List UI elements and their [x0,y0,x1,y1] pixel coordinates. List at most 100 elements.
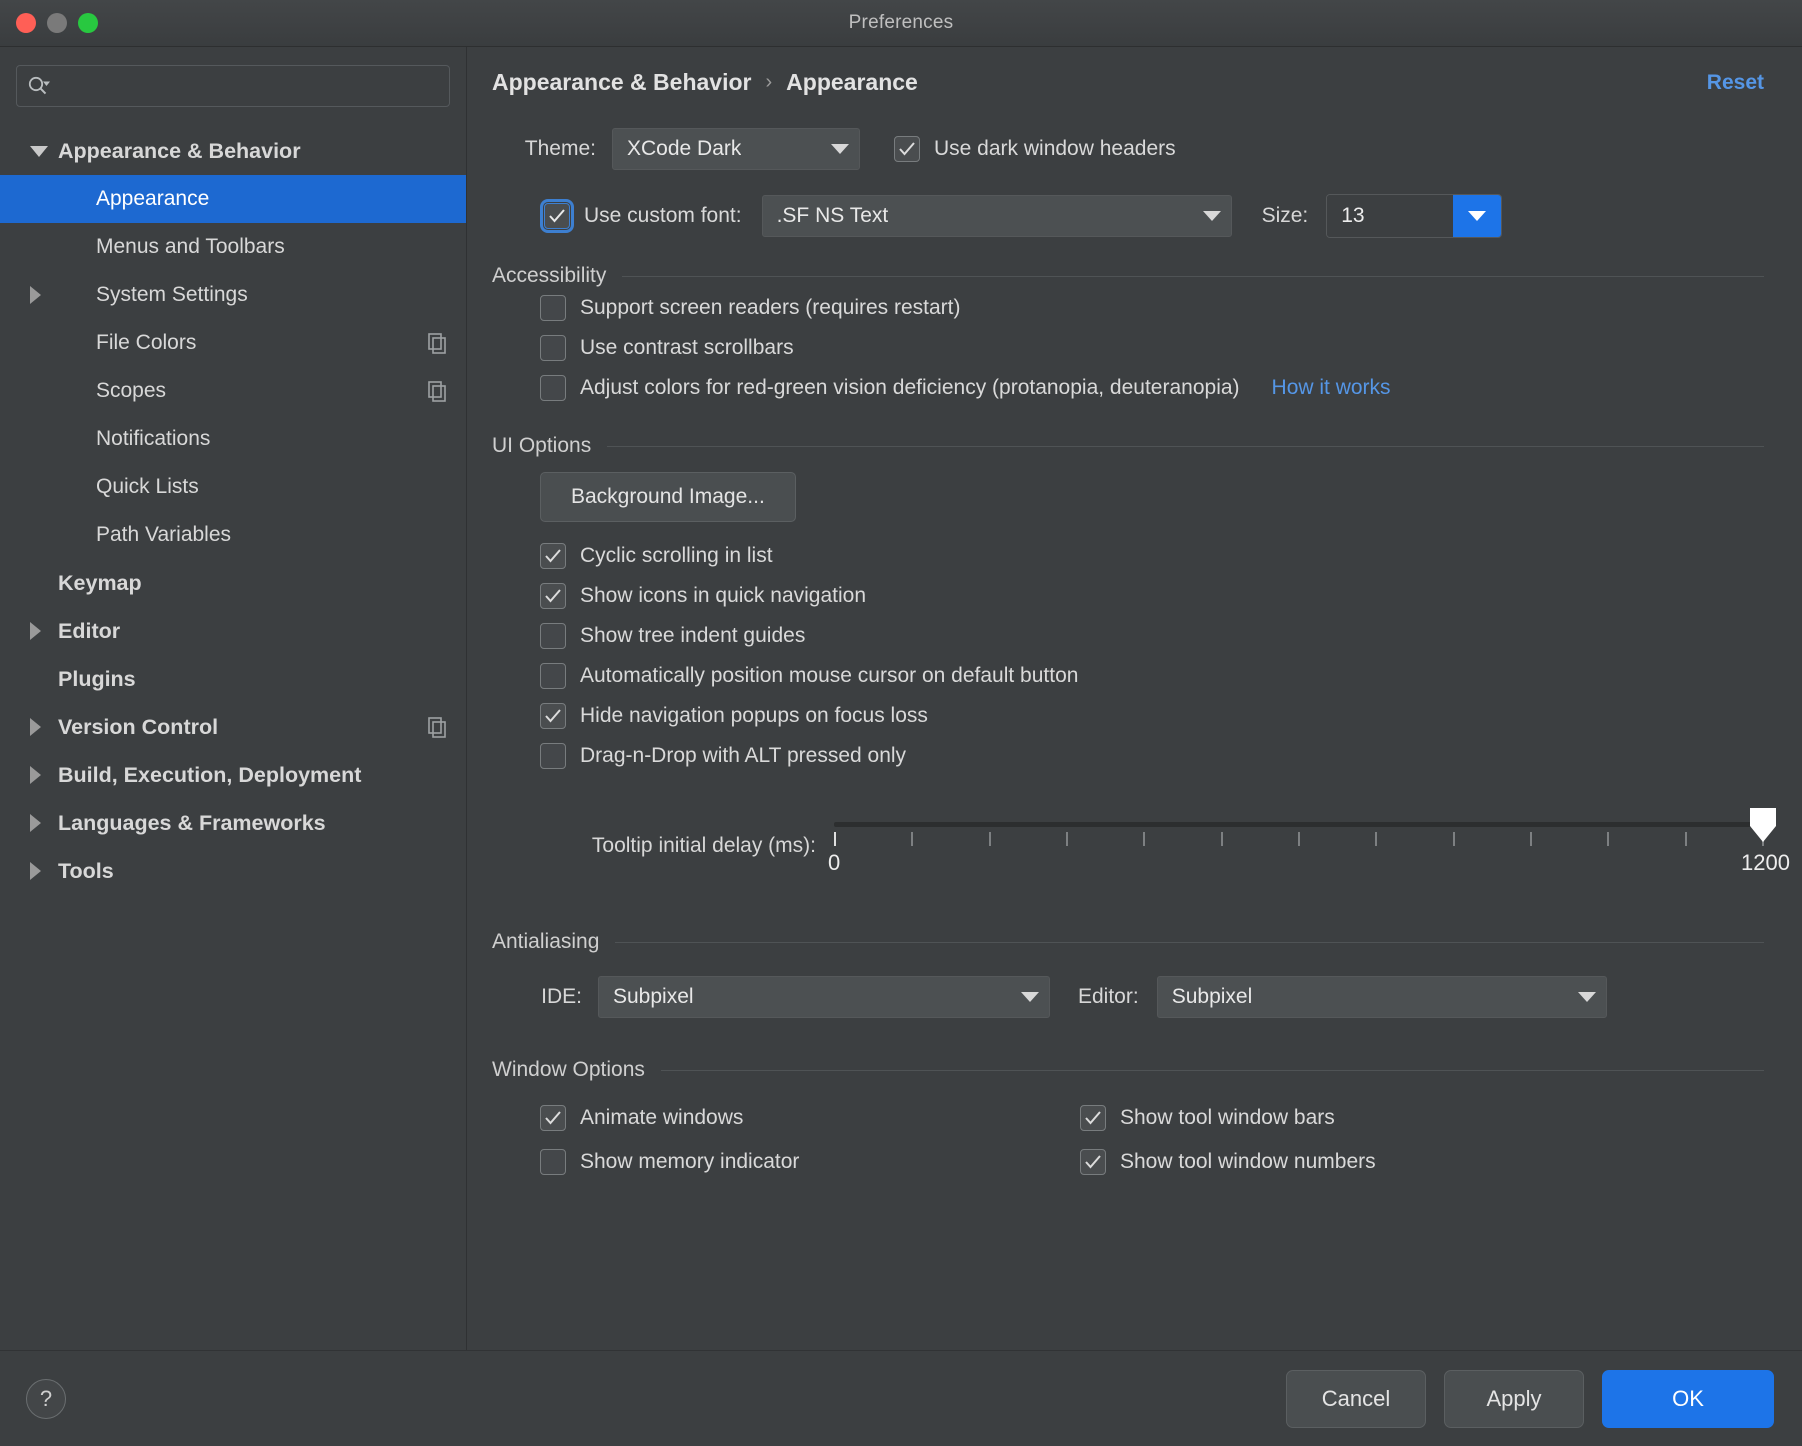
accessibility-row-support-screen-readers-requires-restart[interactable]: Support screen readers (requires restart… [540,288,1764,328]
ui-option-checkbox-show-tree-indent-guides[interactable] [540,623,566,649]
sidebar-item-languages-frameworks[interactable]: Languages & Frameworks [0,799,466,847]
breadcrumb: Appearance & Behavior › Appearance [492,69,918,96]
font-size-spinner[interactable]: 13 [1326,194,1503,238]
section-divider [615,941,1764,943]
theme-combobox[interactable]: XCode Dark [612,128,860,170]
breadcrumb-parent[interactable]: Appearance & Behavior [492,69,751,96]
window-option-checkbox-show-tool-window-numbers[interactable] [1080,1149,1106,1175]
ui-option-checkbox-show-icons-in-quick-navigation[interactable] [540,583,566,609]
copy-settings-icon[interactable] [426,332,448,354]
antialiasing-editor-combobox[interactable]: Subpixel [1156,976,1607,1018]
chevron-right-icon[interactable] [18,766,58,784]
copy-settings-icon[interactable] [426,716,448,738]
sidebar-item-path-variables[interactable]: Path Variables [0,511,466,559]
slider-tick [1297,832,1300,846]
apply-button[interactable]: Apply [1444,1369,1584,1428]
sidebar-item-keymap[interactable]: Keymap [0,559,466,607]
how-it-works-link[interactable]: How it works [1272,376,1391,400]
window-option-row-show-memory-indicator[interactable]: Show memory indicator [540,1142,1080,1182]
window-option-checkbox-show-tool-window-bars[interactable] [1080,1105,1106,1131]
custom-font-combobox[interactable]: .SF NS Text [761,195,1232,237]
accessibility-checkbox-use-contrast-scrollbars[interactable] [540,335,566,361]
sidebar-item-editor[interactable]: Editor [0,607,466,655]
ui-option-row-automatically-position-mouse-cursor-on-default-button[interactable]: Automatically position mouse cursor on d… [540,656,1764,696]
settings-main-panel: Appearance & Behavior › Appearance Reset… [467,47,1802,1350]
slider-tick [911,832,914,846]
ok-button[interactable]: OK [1602,1369,1774,1428]
chevron-down-icon[interactable] [18,145,58,157]
zoom-window-icon[interactable] [78,13,98,33]
sidebar-item-menus-and-toolbars[interactable]: Menus and Toolbars [0,223,466,271]
chevron-right-icon[interactable] [18,286,58,304]
search-input[interactable] [51,77,439,95]
sidebar-item-plugins[interactable]: Plugins [0,655,466,703]
search-box[interactable] [16,65,450,107]
sidebar-item-file-colors[interactable]: File Colors [0,319,466,367]
sidebar-item-scopes[interactable]: Scopes [0,367,466,415]
ui-option-row-drag-n-drop-with-alt-pressed-only[interactable]: Drag-n-Drop with ALT pressed only [540,736,1764,776]
sidebar-item-appearance-behavior[interactable]: Appearance & Behavior [0,127,466,175]
ui-option-checkbox-automatically-position-mouse-cursor-on-default-button[interactable] [540,663,566,689]
dark-headers-checkbox[interactable] [894,136,920,162]
accessibility-label-use-contrast-scrollbars: Use contrast scrollbars [580,336,794,359]
ui-option-row-cyclic-scrolling-in-list[interactable]: Cyclic scrolling in list [540,536,1764,576]
sidebar-item-label: Path Variables [96,523,232,546]
ui-option-checkbox-hide-navigation-popups-on-focus-loss[interactable] [540,703,566,729]
sidebar-item-label: Plugins [58,666,136,691]
chevron-right-icon[interactable] [18,718,58,736]
font-size-value[interactable]: 13 [1327,195,1454,237]
sidebar-item-quick-lists[interactable]: Quick Lists [0,463,466,511]
close-window-icon[interactable] [16,13,36,33]
slider-track[interactable] [834,822,1764,827]
ui-option-checkbox-drag-n-drop-with-alt-pressed-only[interactable] [540,743,566,769]
reset-link[interactable]: Reset [1707,71,1764,95]
slider-thumb[interactable] [1748,806,1778,844]
sidebar-item-build-execution-deployment[interactable]: Build, Execution, Deployment [0,751,466,799]
window-option-row-show-tool-window-bars[interactable]: Show tool window bars [1080,1098,1764,1138]
sidebar-item-system-settings[interactable]: System Settings [0,271,466,319]
cancel-button[interactable]: Cancel [1286,1369,1426,1428]
chevron-right-icon[interactable] [18,862,58,880]
background-image-button[interactable]: Background Image... [540,472,796,522]
ui-option-checkbox-cyclic-scrolling-in-list[interactable] [540,543,566,569]
section-divider [607,445,1764,447]
search-icon [27,75,51,97]
window-options-grid: Animate windows Show tool window bars Show… [492,1098,1764,1182]
accessibility-label-support-screen-readers-requires-restart: Support screen readers (requires restart… [580,296,961,319]
tooltip-delay-slider[interactable]: 0 1200 [828,806,1790,886]
accessibility-checkbox-adjust-colors-for-red-green-vision-deficiency-protanopia-deuteranopia[interactable] [540,375,566,401]
accessibility-row-use-contrast-scrollbars[interactable]: Use contrast scrollbars [540,328,1764,368]
chevron-right-icon[interactable] [18,622,58,640]
chevron-down-icon [1202,211,1221,221]
sidebar-item-version-control[interactable]: Version Control [0,703,466,751]
settings-sidebar: Appearance & Behavior Appearance Menus and… [0,47,467,1350]
slider-tick [1375,832,1378,846]
font-size-dropdown-button[interactable] [1453,195,1502,237]
use-custom-font-checkbox[interactable] [540,199,574,233]
accessibility-row-adjust-colors-for-red-green-vision-deficiency-protanopia-deuteranopia[interactable]: Adjust colors for red-green vision defic… [540,368,1764,408]
help-button[interactable]: ? [26,1378,66,1419]
window-option-checkbox-animate-windows[interactable] [540,1105,566,1131]
window-option-row-animate-windows[interactable]: Animate windows [540,1098,1080,1138]
sidebar-item-label: Menus and Toolbars [96,235,285,258]
sidebar-item-label: File Colors [96,331,197,354]
slider-tick [1452,832,1455,846]
chevron-right-icon[interactable] [18,814,58,832]
dark-headers-row[interactable]: Use dark window headers [894,129,1176,169]
window-option-row-show-tool-window-numbers[interactable]: Show tool window numbers [1080,1142,1764,1182]
accessibility-checkbox-support-screen-readers-requires-restart[interactable] [540,295,566,321]
theme-row: Theme: XCode Dark Use dark window header… [492,128,1764,170]
footer-buttons: Cancel Apply OK [1286,1369,1774,1428]
minimize-window-icon[interactable] [47,13,67,33]
ui-option-row-show-icons-in-quick-navigation[interactable]: Show icons in quick navigation [540,576,1764,616]
sidebar-item-tools[interactable]: Tools [0,847,466,895]
sidebar-item-label: Build, Execution, Deployment [58,762,362,787]
window-option-checkbox-show-memory-indicator[interactable] [540,1149,566,1175]
ui-option-row-hide-navigation-popups-on-focus-loss[interactable]: Hide navigation popups on focus loss [540,696,1764,736]
copy-settings-icon[interactable] [426,380,448,402]
sidebar-item-notifications[interactable]: Notifications [0,415,466,463]
antialiasing-editor-value: Subpixel [1171,985,1253,1008]
antialiasing-ide-combobox[interactable]: Subpixel [598,976,1050,1018]
ui-option-row-show-tree-indent-guides[interactable]: Show tree indent guides [540,616,1764,656]
sidebar-item-appearance[interactable]: Appearance [0,175,466,223]
